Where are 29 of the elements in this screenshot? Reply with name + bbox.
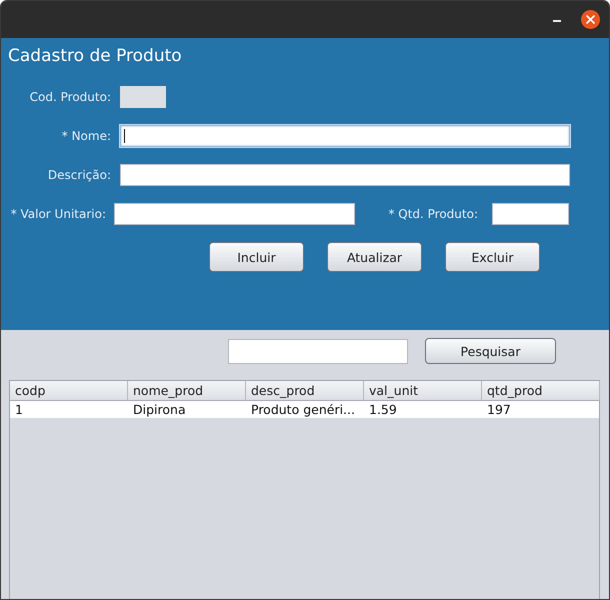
input-field[interactable] (492, 203, 569, 225)
column-header[interactable]: nome_prod (128, 381, 246, 401)
column-header[interactable]: codp (10, 381, 128, 401)
close-icon[interactable] (581, 10, 600, 29)
column-header[interactable]: qtd_prod (482, 381, 600, 401)
table-row[interactable]: 1 Dipirona Produto genéri... 1.59 197 (10, 401, 599, 418)
field-label: Cod. Produto: (28, 90, 111, 104)
minimize-icon[interactable] (553, 20, 561, 22)
input-field[interactable] (114, 203, 355, 225)
table-cell-text: 1 (14, 401, 24, 418)
action-button[interactable]: Atualizar (327, 242, 422, 272)
text-cursor-icon (124, 129, 125, 143)
field-label: * Qtd. Produto: (387, 207, 478, 221)
table-cell-text: 1.59 (368, 401, 398, 418)
field-label: * Nome: (60, 129, 111, 143)
table-cell-text: Produto genéri... (250, 401, 356, 418)
field-label: Descrição: (46, 168, 111, 182)
search-field[interactable] (228, 338, 408, 364)
form-title: Cadastro de Produto (8, 46, 183, 66)
table-cell-text: Dipirona (132, 401, 187, 418)
action-button[interactable]: Incluir (209, 242, 304, 272)
field-label: * Valor Unitario: (10, 207, 106, 221)
action-button[interactable]: Excluir (445, 242, 540, 272)
table-cell-text: 197 (486, 401, 512, 418)
column-header[interactable]: val_unit (364, 381, 482, 401)
input-field[interactable] (120, 125, 570, 147)
input-field[interactable] (120, 164, 570, 186)
search-button[interactable]: Pesquisar (425, 338, 556, 364)
column-header[interactable]: desc_prod (246, 381, 364, 401)
